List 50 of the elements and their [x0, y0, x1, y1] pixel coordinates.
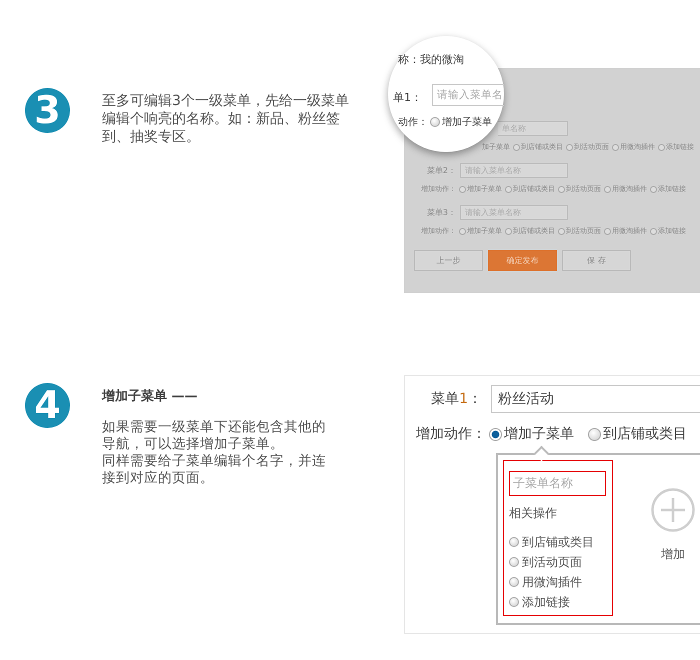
step-number-badge: 4 [25, 383, 70, 428]
radio-button[interactable] [604, 228, 611, 234]
menu-name-field[interactable]: 粉丝活动 [491, 385, 700, 413]
radio-button[interactable] [658, 144, 665, 150]
radio-button[interactable] [505, 228, 512, 234]
radio-button[interactable] [566, 144, 573, 150]
radio-button[interactable] [509, 557, 519, 567]
radio-button[interactable] [509, 597, 519, 607]
option-label: 增加子菜单 [442, 116, 492, 129]
option-label: 用微淘插件 [522, 574, 582, 590]
form-button[interactable]: 确定发布 [488, 250, 557, 271]
radio-button[interactable] [459, 228, 466, 234]
radio-button[interactable] [612, 144, 619, 150]
radio-button[interactable] [489, 428, 502, 440]
step-description: 同样需要给子菜单编辑个名字，并连接到对应的页面。 [102, 453, 327, 487]
operations-label: 相关操作 [509, 505, 558, 522]
radio-button[interactable] [650, 186, 657, 192]
menu-label: 菜单1： [430, 390, 482, 408]
radio-button[interactable] [459, 186, 466, 192]
radio-button[interactable] [604, 186, 611, 192]
action-label: 增加动作： [416, 425, 487, 443]
step-description: 至多可编辑3个一级菜单，先给一级菜单编辑个响亮的名称。如：新品、粉丝签到、抽奖专区。 [102, 92, 350, 147]
radio-button[interactable] [650, 228, 657, 234]
radio-button[interactable] [509, 537, 519, 547]
menu-label: 单1： [393, 90, 422, 105]
form-button[interactable]: 上一步 [414, 250, 483, 271]
radio-button[interactable] [505, 186, 512, 192]
radio-button[interactable] [558, 228, 565, 234]
form-button[interactable]: 保 存 [562, 250, 631, 271]
step-number-badge: 3 [25, 88, 70, 133]
submenu-name-field[interactable]: 子菜单名称 [509, 471, 606, 496]
radio-button[interactable] [513, 144, 520, 150]
radio-button[interactable] [430, 117, 440, 127]
menu-label: 菜单3： [426, 206, 456, 218]
radio-button[interactable] [588, 428, 601, 440]
add-label: 增加 [661, 546, 685, 563]
step-title: 增加子菜单 —— [102, 388, 199, 405]
option-label: 添加链接 [522, 594, 570, 610]
option-label: 到店铺或类目 [603, 425, 687, 443]
option-label: 到店铺或类目 [522, 534, 594, 550]
radio-button[interactable] [558, 186, 565, 192]
menu-label: 菜单2： [426, 164, 456, 176]
add-icon[interactable] [651, 488, 695, 532]
action-label: 动作： [398, 116, 428, 129]
menu-name-field[interactable]: 请输入菜单名 [432, 84, 504, 106]
option-label: 增加子菜单 [504, 425, 574, 443]
radio-button[interactable] [509, 577, 519, 587]
step-description: 如果需要一级菜单下还能包含其他的导航，可以选择增加子菜单。 [102, 419, 327, 453]
account-name-line: 称：我的微淘 [398, 52, 464, 67]
option-label: 到活动页面 [522, 554, 582, 570]
